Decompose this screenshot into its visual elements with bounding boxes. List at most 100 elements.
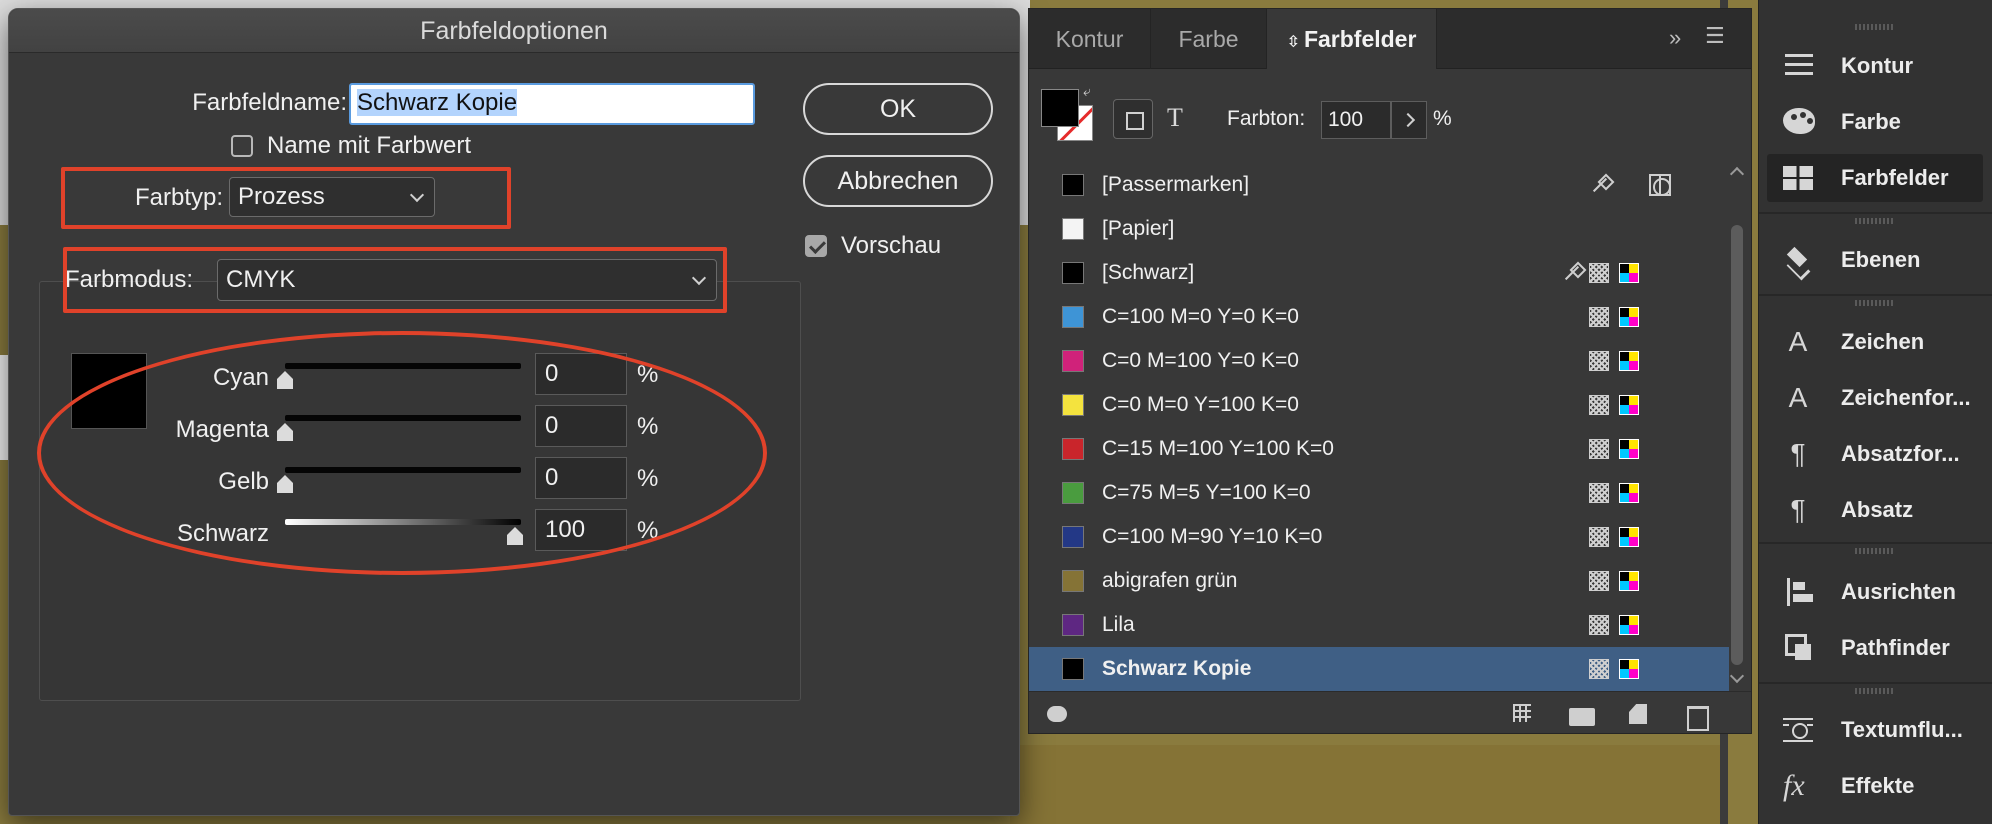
swatch-row[interactable]: C=0 M=100 Y=0 K=0 bbox=[1029, 339, 1729, 383]
dock-item[interactable]: Ausrichten bbox=[1767, 568, 1983, 616]
format-text-icon[interactable]: T bbox=[1167, 103, 1183, 133]
swatch-row[interactable]: abigrafen grün bbox=[1029, 559, 1729, 603]
process-icon bbox=[1589, 307, 1609, 327]
format-container-button[interactable] bbox=[1113, 99, 1153, 139]
fx-icon: fx bbox=[1783, 769, 1805, 802]
dock-separator bbox=[1759, 542, 1992, 544]
new-swatch-icon[interactable] bbox=[1625, 702, 1651, 726]
dock-grip[interactable] bbox=[1855, 24, 1895, 30]
dock-item[interactable]: A Zeichen bbox=[1767, 318, 1983, 366]
swatch-color-chip bbox=[1062, 482, 1084, 504]
dock-item-label: Absatz bbox=[1841, 497, 1914, 522]
swatch-row[interactable]: C=75 M=5 Y=100 K=0 bbox=[1029, 471, 1729, 515]
tab-farbe[interactable]: Farbe bbox=[1151, 9, 1267, 69]
pathfinder-icon bbox=[1781, 632, 1815, 664]
swatch-name: [Papier] bbox=[1102, 217, 1175, 240]
swatch-name: Schwarz Kopie bbox=[1102, 657, 1252, 680]
dock-grip[interactable] bbox=[1855, 300, 1895, 306]
tint-input[interactable]: 100 bbox=[1321, 101, 1391, 139]
panel-menu-icon[interactable]: ☰ bbox=[1705, 23, 1725, 49]
tab-farbfelder-label: Farbfelder bbox=[1303, 26, 1417, 52]
tab-kontur[interactable]: Kontur bbox=[1029, 9, 1151, 69]
dock-grip[interactable] bbox=[1855, 218, 1895, 224]
dock-item[interactable]: ¶ Absatzfor... bbox=[1767, 430, 1983, 478]
cmyk-icon bbox=[1619, 351, 1639, 371]
dock-separator bbox=[1759, 682, 1992, 684]
text-wrap-icon bbox=[1781, 714, 1815, 746]
tint-unit: % bbox=[1433, 107, 1452, 130]
swatch-row[interactable]: C=100 M=0 Y=0 K=0 bbox=[1029, 295, 1729, 339]
registration-icon bbox=[1649, 174, 1671, 196]
dock-item[interactable]: Textumflu... bbox=[1767, 706, 1983, 754]
tint-label: Farbton: bbox=[1227, 107, 1306, 130]
dock-item[interactable]: Farbfelder bbox=[1767, 154, 1983, 202]
paragraph-styles-icon: ¶ bbox=[1790, 438, 1806, 469]
dock-grip[interactable] bbox=[1855, 548, 1895, 554]
swatch-row[interactable]: [Papier] bbox=[1029, 207, 1729, 251]
swatch-color-chip bbox=[1062, 438, 1084, 460]
dock-item[interactable]: Ebenen bbox=[1767, 236, 1983, 284]
ok-button[interactable]: OK bbox=[803, 83, 993, 135]
process-icon bbox=[1589, 395, 1609, 415]
process-icon bbox=[1589, 659, 1609, 679]
swatch-row[interactable]: Lila bbox=[1029, 603, 1729, 647]
dock-item-label: Kontur bbox=[1841, 53, 1914, 78]
process-icon bbox=[1589, 483, 1609, 503]
layers-icon bbox=[1781, 244, 1815, 276]
swatch-name-input[interactable]: Schwarz Kopie bbox=[349, 83, 755, 125]
tint-arrow-button[interactable] bbox=[1391, 101, 1427, 139]
process-icon bbox=[1589, 263, 1609, 283]
cc-library-icon[interactable] bbox=[1041, 702, 1067, 726]
swatch-name: C=15 M=100 Y=100 K=0 bbox=[1102, 437, 1334, 460]
dock-item[interactable]: A Zeichenfor... bbox=[1767, 374, 1983, 422]
swatch-color-chip bbox=[1062, 658, 1084, 680]
panel-bottom-toolbar bbox=[1029, 691, 1751, 735]
collapse-panel-icon[interactable]: » bbox=[1669, 25, 1681, 51]
swatch-name-label: Farbfeldname: bbox=[192, 89, 347, 116]
cmyk-icon bbox=[1619, 439, 1639, 459]
swatch-list-scrollbar[interactable] bbox=[1729, 163, 1745, 691]
process-icon bbox=[1589, 351, 1609, 371]
dock-item[interactable]: Farbe bbox=[1767, 98, 1983, 146]
show-swatch-kinds-icon[interactable] bbox=[1511, 702, 1537, 726]
dock-item-label: Textumflu... bbox=[1841, 717, 1963, 742]
dock-item[interactable]: Kontur bbox=[1767, 42, 1983, 90]
cmyk-icon bbox=[1619, 395, 1639, 415]
process-icon bbox=[1589, 615, 1609, 635]
cancel-button[interactable]: Abbrechen bbox=[803, 155, 993, 207]
dock-item[interactable]: fx Effekte bbox=[1767, 762, 1983, 810]
swatches-grid-icon bbox=[1781, 162, 1815, 194]
dock-item[interactable]: ¶ Absatz bbox=[1767, 486, 1983, 534]
delete-swatch-icon[interactable] bbox=[1683, 702, 1709, 731]
swap-fill-stroke-icon[interactable]: ⤶ bbox=[1083, 83, 1091, 100]
cmyk-icon bbox=[1619, 659, 1639, 679]
palette-icon bbox=[1781, 106, 1815, 138]
swatch-row[interactable]: C=15 M=100 Y=100 K=0 bbox=[1029, 427, 1729, 471]
name-with-value-checkbox[interactable] bbox=[231, 135, 253, 157]
preview-checkbox[interactable] bbox=[805, 235, 827, 257]
swatch-row[interactable]: C=100 M=90 Y=10 K=0 bbox=[1029, 515, 1729, 559]
swatch-row[interactable]: [Schwarz] bbox=[1029, 251, 1729, 295]
swatch-row[interactable]: [Passermarken] bbox=[1029, 163, 1729, 207]
swatch-name: C=0 M=100 Y=0 K=0 bbox=[1102, 349, 1299, 372]
swatch-row[interactable]: C=0 M=0 Y=100 K=0 bbox=[1029, 383, 1729, 427]
swatch-color-chip bbox=[1062, 218, 1084, 240]
dock-item[interactable]: Pathfinder bbox=[1767, 624, 1983, 672]
dock-separator bbox=[1759, 294, 1992, 296]
swatch-color-chip bbox=[1062, 526, 1084, 548]
swatch-list: [Passermarken] [Papier] [Schwarz] C=100 M=0… bbox=[1029, 163, 1729, 691]
character-icon: A bbox=[1788, 326, 1808, 357]
swatch-color-chip bbox=[1062, 306, 1084, 328]
dock-grip[interactable] bbox=[1855, 688, 1895, 694]
scroll-up-icon[interactable] bbox=[1729, 166, 1745, 182]
fill-color-icon[interactable] bbox=[1041, 89, 1079, 127]
swatch-row[interactable]: Schwarz Kopie bbox=[1029, 647, 1729, 691]
dock-item-label: Farbe bbox=[1841, 109, 1901, 134]
new-color-group-icon[interactable] bbox=[1569, 702, 1595, 726]
scroll-down-icon[interactable] bbox=[1729, 668, 1745, 684]
scroll-thumb[interactable] bbox=[1731, 225, 1743, 665]
nonedit-icon bbox=[1587, 174, 1609, 196]
stroke-lines-icon bbox=[1781, 50, 1815, 82]
tab-farbfelder[interactable]: ⇳ Farbfelder bbox=[1267, 9, 1437, 69]
swatch-name: Lila bbox=[1102, 613, 1135, 636]
